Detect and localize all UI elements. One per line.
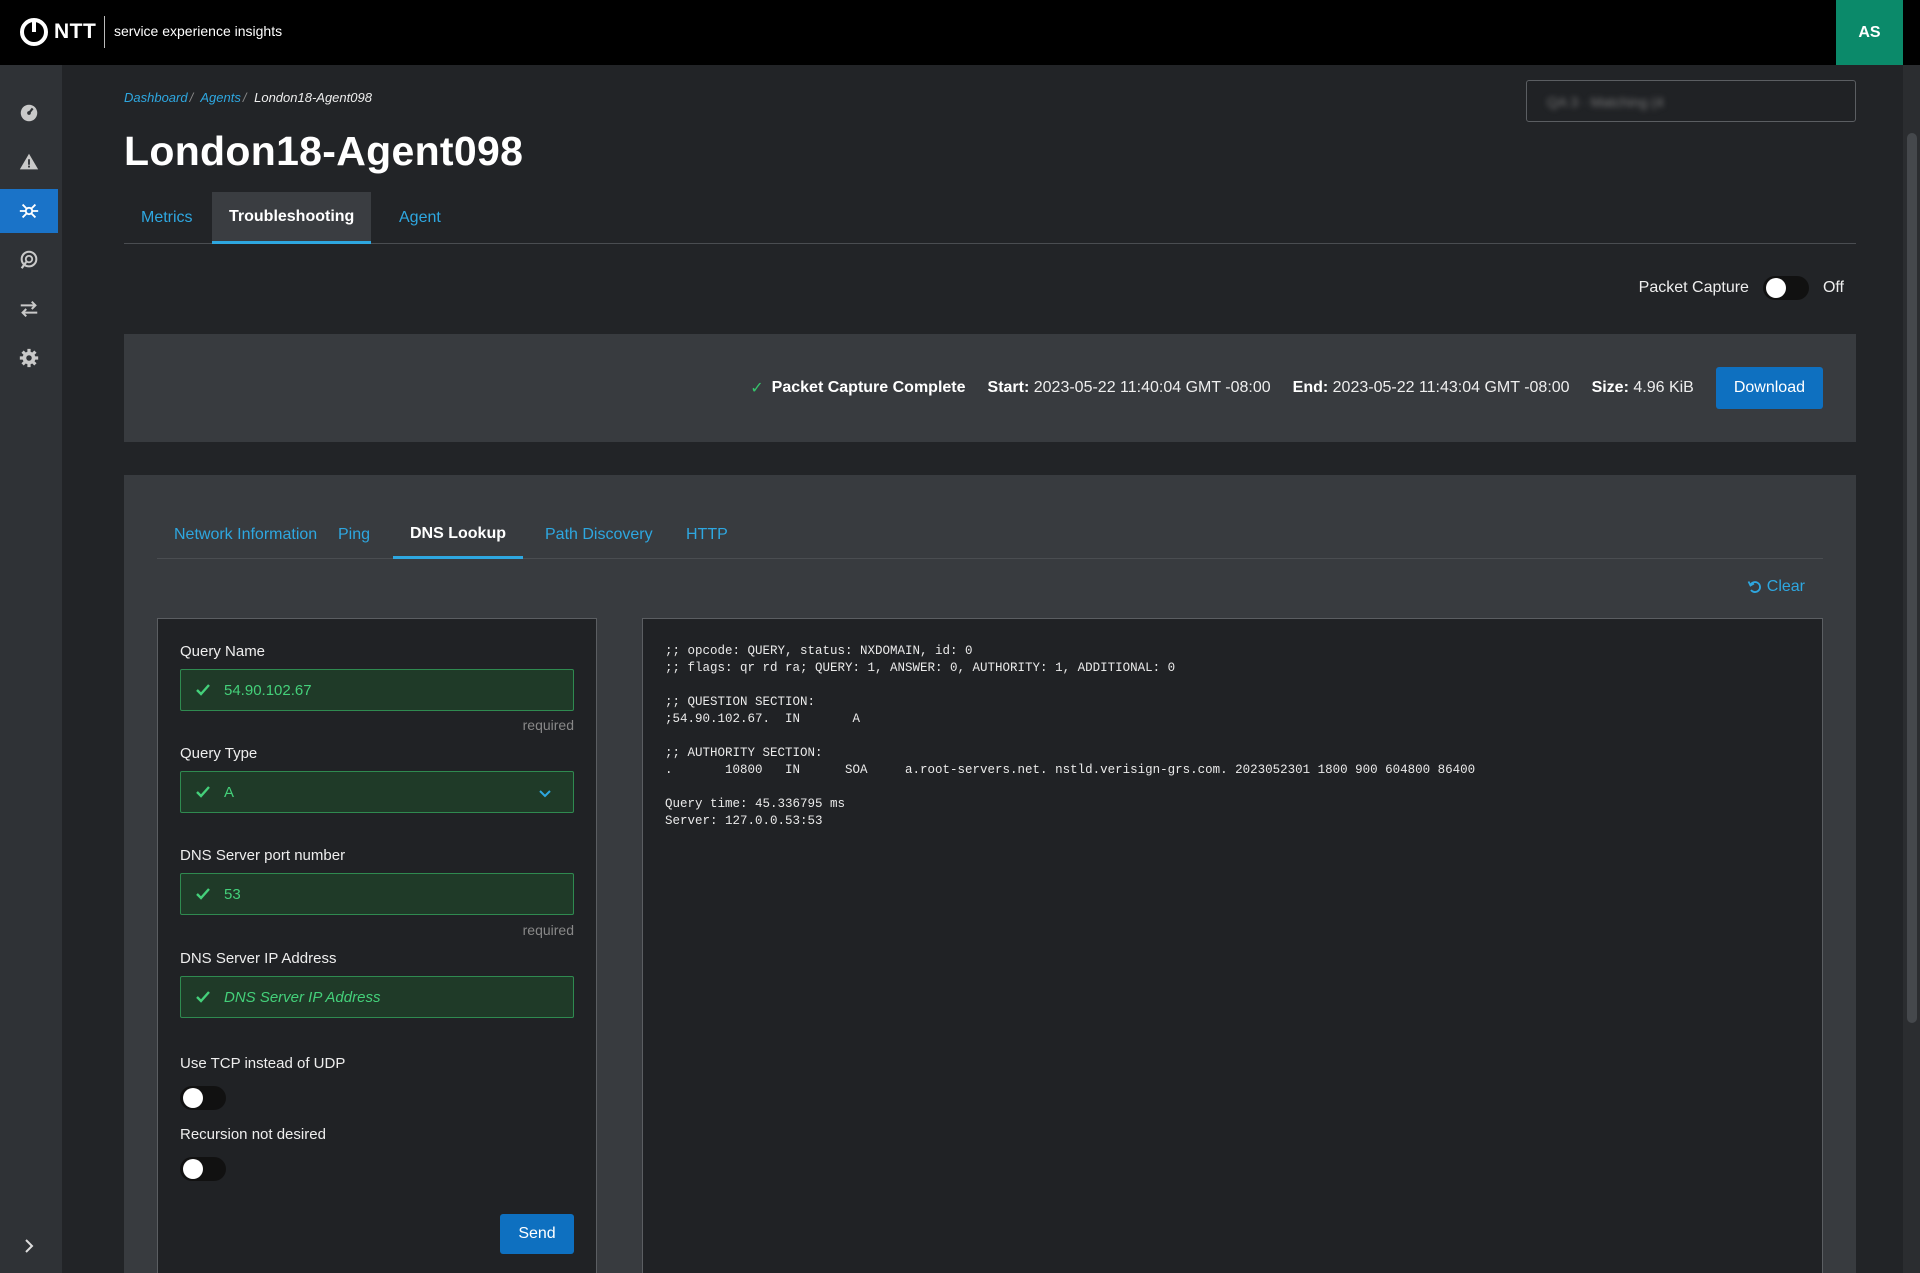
tab-metrics[interactable]: Metrics	[124, 192, 210, 244]
capture-status-panel: ✓ Packet Capture Complete Start: 2023-05…	[124, 334, 1856, 442]
sidebar-item-agents[interactable]	[0, 189, 58, 233]
page-title: London18-Agent098	[124, 128, 524, 174]
capture-end: End: 2023-05-22 11:43:04 GMT -08:00	[1293, 379, 1570, 397]
page-scrollbar[interactable]	[1903, 65, 1920, 1273]
logo-divider	[104, 16, 105, 48]
dns-port-label: DNS Server port number	[180, 847, 346, 864]
sidebar-item-alerts[interactable]	[0, 140, 58, 184]
chevron-right-icon[interactable]	[18, 1235, 40, 1257]
capture-status: Packet Capture Complete	[771, 379, 966, 396]
recursion-label: Recursion not desired	[180, 1126, 326, 1143]
top-bar: NTT service experience insights AS	[0, 0, 1920, 65]
alert-triangle-icon	[19, 153, 39, 170]
check-icon	[196, 684, 210, 696]
dns-output-text: ;; opcode: QUERY, status: NXDOMAIN, id: …	[665, 644, 1476, 828]
query-name-label: Query Name	[180, 643, 266, 660]
breadcrumb-agents[interactable]: Agents	[200, 90, 240, 105]
main-tabs: Metrics Troubleshooting Agent	[124, 192, 1856, 244]
dns-port-input[interactable]: 53	[180, 873, 574, 915]
sidebar-item-dashboard[interactable]	[0, 91, 58, 135]
sidebar-item-monitoring[interactable]	[0, 238, 58, 282]
scrollbar-thumb[interactable]	[1907, 133, 1917, 1023]
capture-size: Size: 4.96 KiB	[1592, 379, 1694, 397]
sidebar-item-transfers[interactable]	[0, 287, 58, 331]
tool-tabs: Network Information Ping DNS Lookup Path…	[157, 511, 1823, 559]
user-avatar[interactable]: AS	[1836, 0, 1903, 65]
capture-size-label: Size:	[1591, 379, 1629, 396]
query-name-value: 54.90.102.67	[224, 681, 312, 699]
dns-port-hint: required	[522, 922, 574, 938]
breadcrumb-separator: /	[242, 90, 247, 105]
sidebar	[0, 65, 62, 1273]
dashboard-gauge-icon	[20, 104, 38, 122]
troubleshooting-panel: Network Information Ping DNS Lookup Path…	[124, 475, 1856, 1273]
tab-dns-lookup[interactable]: DNS Lookup	[393, 511, 523, 559]
toggle-knob	[183, 1088, 203, 1108]
agents-network-icon	[19, 203, 39, 219]
query-name-input[interactable]: 54.90.102.67	[180, 669, 574, 711]
settings-gear-icon	[19, 348, 39, 368]
breadcrumb-separator: /	[189, 90, 194, 105]
tab-http[interactable]: HTTP	[669, 511, 745, 559]
toggle-knob	[1765, 278, 1786, 298]
transfer-arrows-icon	[20, 300, 38, 318]
capture-start: Start: 2023-05-22 11:40:04 GMT -08:00	[988, 379, 1271, 397]
dns-ip-placeholder: DNS Server IP Address	[224, 988, 381, 1006]
app-name: service experience insights	[114, 23, 283, 39]
breadcrumb-current: London18-Agent098	[254, 90, 372, 105]
brand-name: NTT	[54, 20, 97, 43]
breadcrumb: Dashboard / Agents / London18-Agent098	[124, 90, 372, 105]
dns-lookup-form: Query Name 54.90.102.67 required Query T…	[157, 618, 597, 1273]
dns-ip-input[interactable]: DNS Server IP Address	[180, 976, 574, 1018]
tab-agent[interactable]: Agent	[382, 192, 458, 244]
packet-capture-toggle-row: Packet Capture Off	[1639, 276, 1844, 300]
tab-ping[interactable]: Ping	[321, 511, 387, 559]
use-tcp-toggle[interactable]	[180, 1086, 226, 1110]
clear-button[interactable]: Clear	[1747, 578, 1805, 596]
ntt-logo[interactable]: NTT	[19, 17, 96, 47]
capture-start-label: Start:	[987, 379, 1030, 396]
capture-start-value: 2023-05-22 11:40:04 GMT -08:00	[1033, 379, 1271, 396]
query-name-hint: required	[522, 717, 574, 733]
query-type-label: Query Type	[180, 745, 258, 762]
clear-label: Clear	[1766, 578, 1805, 595]
packet-capture-toggle[interactable]	[1762, 276, 1809, 300]
radar-icon	[20, 250, 38, 269]
packet-capture-state: Off	[1822, 279, 1844, 296]
tab-troubleshooting[interactable]: Troubleshooting	[212, 192, 372, 244]
use-tcp-label: Use TCP instead of UDP	[180, 1055, 346, 1072]
breadcrumb-dashboard[interactable]: Dashboard	[124, 90, 188, 105]
dns-ip-label: DNS Server IP Address	[180, 950, 337, 967]
sidebar-item-settings[interactable]	[0, 336, 58, 380]
tab-network-information[interactable]: Network Information	[157, 511, 334, 559]
check-icon	[196, 991, 210, 1003]
search-value: QA 3 · Matching (4	[1547, 94, 1664, 110]
ntt-logo-icon	[20, 18, 48, 46]
query-type-select[interactable]: A	[180, 771, 574, 813]
refresh-icon	[1747, 581, 1761, 593]
send-button[interactable]: Send	[500, 1214, 574, 1254]
search-input[interactable]: QA 3 · Matching (4	[1526, 80, 1856, 122]
dns-port-value: 53	[224, 885, 241, 903]
check-icon: ✓	[750, 380, 764, 397]
toggle-knob	[183, 1159, 203, 1179]
check-icon	[196, 888, 210, 900]
tab-path-discovery[interactable]: Path Discovery	[528, 511, 670, 559]
capture-size-value: 4.96 KiB	[1633, 379, 1694, 396]
check-icon	[196, 786, 210, 798]
capture-end-label: End:	[1292, 379, 1329, 396]
chevron-down-icon	[539, 790, 551, 798]
capture-end-value: 2023-05-22 11:43:04 GMT -08:00	[1332, 379, 1570, 396]
query-type-value: A	[224, 783, 235, 801]
download-button[interactable]: Download	[1715, 367, 1823, 409]
recursion-toggle[interactable]	[180, 1157, 226, 1181]
packet-capture-label: Packet Capture	[1638, 279, 1749, 296]
capture-info: ✓ Packet Capture Complete Start: 2023-05…	[750, 367, 1823, 409]
dns-output-panel: ;; opcode: QUERY, status: NXDOMAIN, id: …	[642, 618, 1823, 1273]
